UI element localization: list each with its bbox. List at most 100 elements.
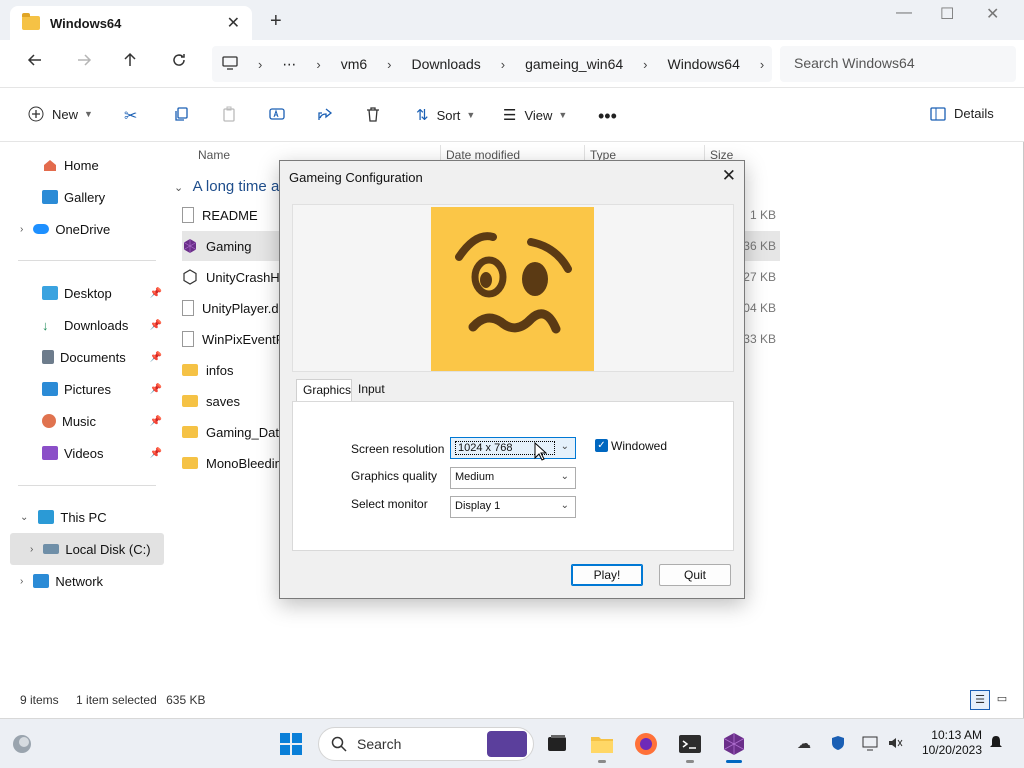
sidebar-item-gallery[interactable]: Gallery [42, 182, 105, 212]
taskbar-search[interactable]: Search [318, 727, 534, 761]
maximize-button[interactable]: ☐ [940, 4, 954, 24]
chevron-down-icon: ⌄ [560, 471, 569, 482]
sidebar-label: Pictures [64, 381, 111, 397]
breadcrumb-vm6[interactable]: vm6 [341, 56, 367, 72]
pin-icon[interactable]: 📌 [150, 352, 162, 363]
share-button[interactable] [317, 106, 333, 122]
new-label: New [52, 106, 79, 122]
new-button[interactable]: New ▼ [28, 106, 93, 122]
quit-button[interactable]: Quit [659, 564, 731, 586]
sidebar-item-onedrive[interactable]: › OneDrive [20, 214, 110, 244]
download-icon: ↓ [42, 318, 49, 333]
sidebar-item-network[interactable]: › Network [20, 566, 103, 596]
sidebar-item-local-disk[interactable]: › Local Disk (C:) [30, 534, 151, 564]
tab-graphics[interactable]: Graphics [296, 379, 352, 401]
taskbar-gaming[interactable] [722, 732, 746, 756]
sidebar-item-videos[interactable]: Videos 📌 [42, 438, 164, 468]
display-tray-icon[interactable] [862, 735, 878, 754]
details-view-button[interactable]: ☰ [970, 690, 990, 710]
group-header[interactable]: ⌄ A long time a [174, 178, 279, 195]
up-button[interactable] [118, 52, 142, 73]
cut-button[interactable]: ✂ [124, 106, 137, 126]
more-options-button[interactable]: ••• [598, 106, 617, 127]
windowed-checkbox[interactable]: ✓ [595, 439, 608, 452]
play-button[interactable]: Play! [571, 564, 643, 586]
pin-icon[interactable]: 📌 [150, 384, 162, 395]
pin-icon[interactable]: 📌 [150, 320, 162, 331]
breadcrumb-windows64[interactable]: Windows64 [668, 56, 740, 72]
pin-icon[interactable]: 📌 [150, 288, 162, 299]
breadcrumb-ellipsis[interactable]: ⋯ [282, 56, 296, 73]
sidebar-label: Downloads [64, 317, 129, 333]
start-button[interactable] [279, 732, 303, 756]
chevron-right-icon[interactable]: › [30, 544, 33, 555]
sidebar-item-desktop[interactable]: Desktop 📌 [42, 278, 164, 308]
chevron-down-icon: ▼ [466, 110, 476, 120]
sidebar-item-this-pc[interactable]: ⌄ This PC [20, 502, 107, 532]
taskbar-terminal[interactable] [678, 732, 702, 756]
copy-icon [175, 107, 188, 121]
pin-icon[interactable]: 📌 [150, 416, 162, 427]
arrow-left-icon [27, 54, 41, 66]
back-button[interactable] [23, 52, 47, 73]
tab-input[interactable]: Input [352, 379, 391, 401]
chevron-down-icon[interactable]: ⌄ [174, 182, 183, 194]
file-name: UnityPlayer.dl [202, 300, 282, 316]
taskbar-file-explorer[interactable] [590, 732, 614, 756]
notifications-button[interactable] [988, 735, 1004, 754]
delete-button[interactable] [365, 106, 381, 122]
details-button[interactable]: Details [930, 106, 994, 121]
weather-icon [13, 735, 31, 753]
sidebar-item-documents[interactable]: Documents 📌 [42, 342, 164, 372]
close-window-button[interactable]: ✕ [986, 4, 999, 24]
new-tab-button[interactable]: + [270, 10, 282, 33]
screen-resolution-select[interactable]: 1024 x 768 ⌄ [450, 437, 576, 459]
paste-button[interactable] [221, 106, 237, 122]
this-pc-icon[interactable] [222, 55, 238, 73]
sidebar-item-home[interactable]: Home [42, 150, 99, 180]
volume-tray-icon[interactable] [887, 735, 903, 754]
explorer-tab[interactable]: Windows64 ✕ [10, 6, 252, 40]
refresh-button[interactable] [167, 52, 191, 73]
this-pc-icon [38, 510, 55, 524]
dialog-close-button[interactable]: ✕ [722, 166, 736, 186]
widgets-button[interactable] [10, 732, 34, 756]
search-input[interactable]: Search Windows64 [780, 46, 1016, 82]
select-monitor-select[interactable]: Display 1 ⌄ [450, 496, 576, 518]
sort-button[interactable]: ⇅ Sort ▼ [416, 106, 475, 124]
chevron-down-icon[interactable]: ⌄ [20, 512, 28, 523]
trash-icon [367, 107, 379, 122]
rename-button[interactable] [269, 106, 285, 122]
column-header-name[interactable]: Name [198, 148, 230, 162]
breadcrumb[interactable]: › ⋯ › vm6 › Downloads › gameing_win64 › … [212, 46, 772, 82]
chevron-right-icon[interactable]: › [20, 224, 23, 235]
windowed-label[interactable]: Windowed [611, 439, 667, 453]
system-clock[interactable]: 10:13 AM 10/20/2023 [912, 728, 982, 758]
sidebar-item-music[interactable]: Music 📌 [42, 406, 164, 436]
file-size: 1 KB [749, 208, 776, 222]
firefox-icon [635, 733, 657, 755]
minimize-button[interactable]: — [896, 4, 912, 22]
graphics-quality-select[interactable]: Medium ⌄ [450, 467, 576, 489]
file-name: Gaming_Data [206, 424, 287, 440]
sidebar-item-pictures[interactable]: Pictures 📌 [42, 374, 164, 404]
breadcrumb-gameing-win64[interactable]: gameing_win64 [525, 56, 623, 72]
view-button[interactable]: ☰ View ▼ [503, 106, 567, 124]
taskbar-firefox[interactable] [634, 732, 658, 756]
taskview-button[interactable] [545, 732, 569, 756]
close-tab-icon[interactable]: ✕ [227, 13, 240, 33]
pin-icon[interactable]: 📌 [150, 448, 162, 459]
chevron-right-icon[interactable]: › [760, 57, 764, 72]
security-tray-icon[interactable] [830, 735, 846, 754]
taskbar-indicator-active [726, 760, 742, 763]
breadcrumb-downloads[interactable]: Downloads [411, 56, 480, 72]
details-label: Details [954, 106, 994, 121]
monitor-icon [862, 736, 878, 751]
tiles-view-button[interactable]: ▭ [992, 690, 1012, 710]
forward-button[interactable] [72, 52, 96, 73]
sidebar-item-downloads[interactable]: ↓ Downloads 📌 [42, 310, 164, 340]
onedrive-tray-icon[interactable]: ☁ [797, 735, 811, 752]
chevron-right-icon[interactable]: › [20, 576, 23, 587]
taskbar-indicator [686, 760, 694, 763]
copy-button[interactable] [173, 106, 189, 122]
